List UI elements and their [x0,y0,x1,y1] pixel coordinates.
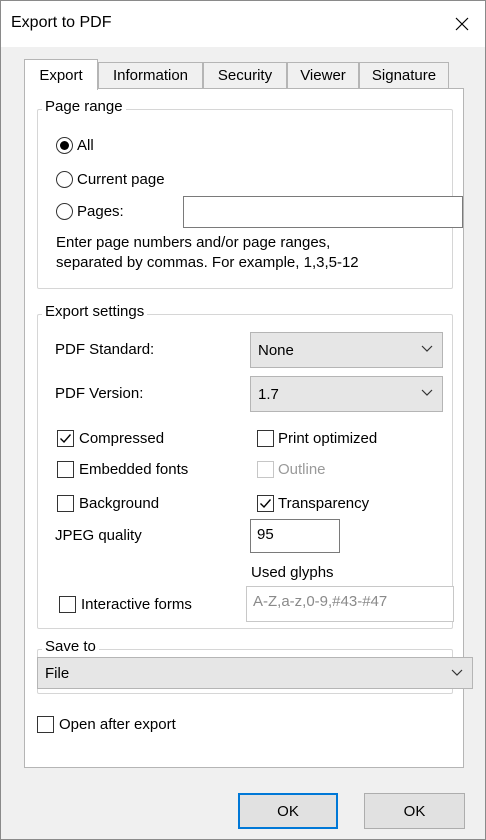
page-range-hint-line2: separated by commas. For example, 1,3,5-… [56,254,359,271]
outline-checkbox [257,461,274,478]
tab-export[interactable]: Export [24,59,98,90]
background-label[interactable]: Background [79,495,159,512]
pages-input[interactable] [183,196,463,228]
radio-all[interactable] [56,137,73,154]
window-title: Export to PDF [11,14,112,31]
pdf-standard-label: PDF Standard: [55,341,155,358]
pdf-version-select[interactable]: 1.7 [250,376,443,412]
radio-current-page-label[interactable]: Current page [77,171,165,188]
export-settings-legend: Export settings [42,303,148,320]
tab-information[interactable]: Information [98,62,203,88]
chevron-down-icon [421,345,433,352]
chevron-down-icon [421,389,433,396]
compressed-label[interactable]: Compressed [79,430,164,447]
interactive-forms-label[interactable]: Interactive forms [81,596,192,613]
print-optimized-checkbox[interactable] [257,430,274,447]
print-optimized-label[interactable]: Print optimized [278,430,377,447]
transparency-label[interactable]: Transparency [278,495,369,512]
export-tab-panel: Page range All Current page Pages: Enter… [24,88,473,768]
save-to-select[interactable]: File [37,657,473,689]
second-ok-button[interactable]: OK [364,793,465,829]
used-glyphs-label: Used glyphs [251,564,334,581]
radio-all-label[interactable]: All [77,137,94,154]
save-to-legend: Save to [42,638,99,655]
save-to-value: File [45,665,70,682]
export-to-pdf-dialog: Export to PDF Export Information Securit… [0,0,486,840]
checkmark-icon [60,434,72,444]
title-bar: Export to PDF [1,1,485,47]
checkmark-icon [260,499,272,509]
tab-viewer[interactable]: Viewer [287,62,359,88]
tab-signature[interactable]: Signature [359,62,449,88]
page-range-legend: Page range [42,98,126,115]
pdf-version-label: PDF Version: [55,385,144,402]
chevron-down-icon [451,669,463,676]
transparency-checkbox[interactable] [257,495,274,512]
jpeg-quality-input[interactable]: 95 [250,519,340,553]
embedded-fonts-checkbox[interactable] [57,461,74,478]
open-after-export-label[interactable]: Open after export [59,716,176,733]
radio-current-page[interactable] [56,171,73,188]
background-checkbox[interactable] [57,495,74,512]
outline-label: Outline [278,461,326,478]
compressed-checkbox[interactable] [57,430,74,447]
pdf-standard-value: None [258,342,294,359]
tab-security[interactable]: Security [203,62,287,88]
page-range-hint-line1: Enter page numbers and/or page ranges, [56,234,331,251]
used-glyphs-input: A-Z,a-z,0-9,#43-#47 [246,586,454,622]
ok-button[interactable]: OK [238,793,338,829]
interactive-forms-checkbox[interactable] [59,596,76,613]
radio-pages[interactable] [56,203,73,220]
pdf-version-value: 1.7 [258,386,279,403]
pdf-standard-select[interactable]: None [250,332,443,368]
close-button[interactable] [439,1,485,47]
open-after-export-checkbox[interactable] [37,716,54,733]
jpeg-quality-label: JPEG quality [55,527,142,544]
close-icon [455,17,469,31]
radio-pages-label[interactable]: Pages: [77,203,124,220]
embedded-fonts-label[interactable]: Embedded fonts [79,461,188,478]
